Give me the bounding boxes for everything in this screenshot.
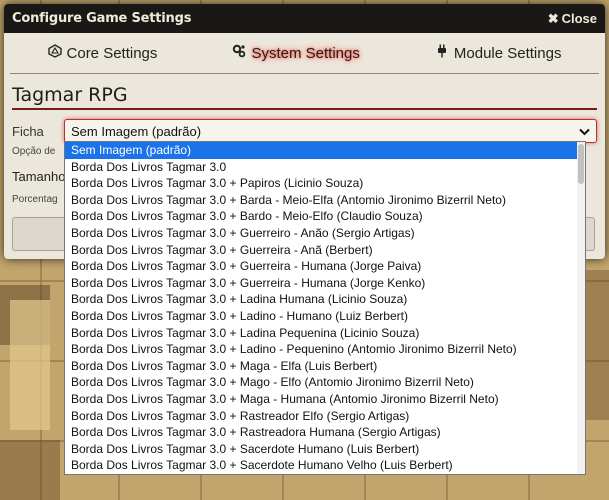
dropdown-option[interactable]: Borda Dos Livros Tagmar 3.0 + Rastreador… bbox=[65, 424, 585, 441]
section-title: Tagmar RPG bbox=[12, 84, 597, 110]
dropdown-option[interactable]: Borda Dos Livros Tagmar 3.0 + Guerreira … bbox=[65, 242, 585, 259]
close-icon: ✖ bbox=[547, 10, 559, 26]
tab-label: System Settings bbox=[251, 44, 360, 62]
dropdown-option[interactable]: Borda Dos Livros Tagmar 3.0 + Ladino - P… bbox=[65, 341, 585, 358]
tab-core-settings[interactable]: Core Settings bbox=[47, 44, 158, 62]
tab-module-settings[interactable]: Module Settings bbox=[435, 44, 562, 62]
settings-tabs: Core Settings System Settings Module Set… bbox=[10, 33, 599, 74]
dropdown-option[interactable]: Borda Dos Livros Tagmar 3.0 + Guerreiro … bbox=[65, 225, 585, 242]
dropdown-scrollbar[interactable] bbox=[577, 142, 585, 474]
dropdown-option[interactable]: Borda Dos Livros Tagmar 3.0 + Ladina Peq… bbox=[65, 325, 585, 342]
dropdown-option[interactable]: Borda Dos Livros Tagmar 3.0 + Sacerdote … bbox=[65, 457, 585, 474]
dropdown-option[interactable]: Borda Dos Livros Tagmar 3.0 + Maga - Elf… bbox=[65, 358, 585, 375]
dropdown-option[interactable]: Borda Dos Livros Tagmar 3.0 + Mago - Elf… bbox=[65, 374, 585, 391]
dropdown-option[interactable]: Borda Dos Livros Tagmar 3.0 + Maga - Hum… bbox=[65, 391, 585, 408]
tab-system-settings[interactable]: System Settings bbox=[232, 44, 360, 62]
window-title: Configure Game Settings bbox=[12, 11, 192, 26]
dropdown-option[interactable]: Borda Dos Livros Tagmar 3.0 + Bardo - Me… bbox=[65, 208, 585, 225]
dropdown-option[interactable]: Borda Dos Livros Tagmar 3.0 + Guerreira … bbox=[65, 258, 585, 275]
dropdown-scroll-thumb[interactable] bbox=[578, 144, 584, 184]
ficha-dropdown-list[interactable]: Sem Imagem (padrão) Borda Dos Livros Tagm… bbox=[64, 141, 586, 475]
dropdown-option[interactable]: Borda Dos Livros Tagmar 3.0 + Ladina Hum… bbox=[65, 291, 585, 308]
dropdown-option[interactable]: Borda Dos Livros Tagmar 3.0 + Sacerdote … bbox=[65, 441, 585, 458]
window-titlebar[interactable]: Configure Game Settings ✖ Close bbox=[4, 4, 605, 33]
close-button[interactable]: ✖ Close bbox=[548, 11, 597, 27]
gears-icon bbox=[232, 44, 246, 62]
close-label: Close bbox=[561, 11, 597, 26]
dropdown-option[interactable]: Sem Imagem (padrão) bbox=[65, 142, 585, 159]
tab-label: Module Settings bbox=[453, 44, 562, 62]
tab-label: Core Settings bbox=[66, 44, 158, 62]
dropdown-option[interactable]: Borda Dos Livros Tagmar 3.0 + Rastreador… bbox=[65, 408, 585, 425]
plug-icon bbox=[435, 44, 449, 62]
dice-icon bbox=[47, 44, 62, 62]
dropdown-option[interactable]: Borda Dos Livros Tagmar 3.0 + Guerreira … bbox=[65, 275, 585, 292]
dropdown-option[interactable]: Borda Dos Livros Tagmar 3.0 + Ladino - H… bbox=[65, 308, 585, 325]
dropdown-option[interactable]: Borda Dos Livros Tagmar 3.0 + Papiros (L… bbox=[65, 175, 585, 192]
ficha-select[interactable]: Sem Imagem (padrão) bbox=[64, 119, 597, 143]
chevron-down-icon bbox=[579, 124, 590, 139]
ficha-label: Ficha bbox=[12, 123, 44, 139]
dropdown-option[interactable]: Borda Dos Livros Tagmar 3.0 + Barda - Me… bbox=[65, 192, 585, 209]
ficha-selected-value: Sem Imagem (padrão) bbox=[71, 123, 202, 139]
dropdown-option[interactable]: Borda Dos Livros Tagmar 3.0 bbox=[65, 159, 585, 176]
